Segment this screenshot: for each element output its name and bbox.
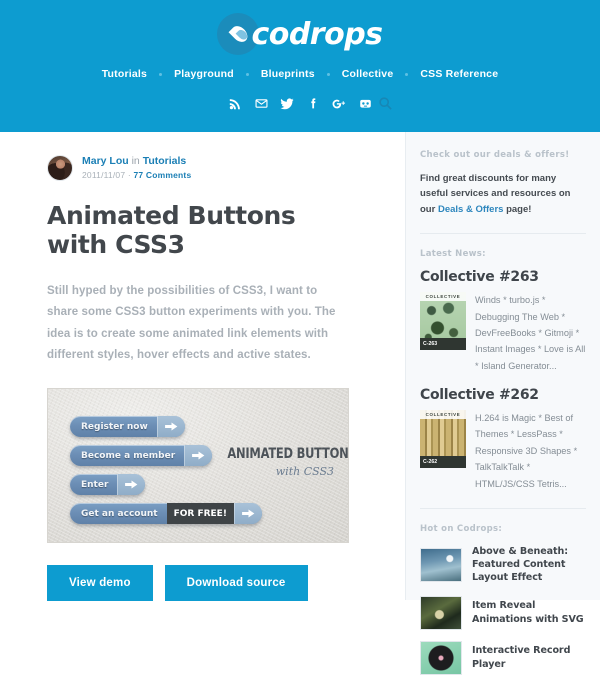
arrow-right-icon — [156, 416, 185, 438]
hot-item-thumbnail[interactable] — [420, 595, 462, 630]
featured-image-caption: ANIMATED BUTTONS with CSS3 — [204, 446, 349, 479]
sidebar-divider — [420, 233, 586, 235]
facebook-icon[interactable] — [306, 96, 321, 111]
deals-text-part2: page! — [503, 203, 532, 215]
collective-thumb-number: C-262 — [420, 456, 466, 468]
download-source-button[interactable]: Download source — [164, 565, 308, 602]
hot-item-title[interactable]: Item Reveal Animations with SVG — [472, 599, 586, 625]
deals-offers-link[interactable]: Deals & Offers — [438, 204, 503, 215]
hot-item-thumbnail[interactable] — [420, 640, 462, 675]
collective-thumb-number: C-263 — [420, 338, 466, 351]
hot-on-codrops-heading: Hot on Codrops: — [420, 523, 503, 534]
preview-button-badge: FOR FREE! — [166, 503, 234, 525]
preview-button-label: Enter — [81, 479, 109, 490]
sidebar-divider — [420, 507, 586, 509]
latest-news-heading: Latest News: — [420, 249, 486, 260]
preview-button-register: Register now — [70, 416, 185, 438]
main-navigation: Tutorials Playground Blueprints Collecti… — [0, 68, 600, 80]
nav-item-collective[interactable]: Collective — [330, 68, 406, 80]
social-links — [0, 96, 600, 111]
collective-title[interactable]: Collective #262 — [420, 387, 586, 403]
nav-item-tutorials[interactable]: Tutorials — [90, 68, 159, 80]
site-logo[interactable]: codrops — [0, 0, 600, 55]
list-item[interactable]: Above & Beneath: Featured Content Layout… — [420, 545, 586, 585]
collective-title[interactable]: Collective #263 — [420, 269, 586, 285]
twitter-icon[interactable] — [280, 96, 295, 111]
list-item[interactable]: Interactive Record Player — [420, 640, 586, 675]
featured-image[interactable]: Register now Become a member Enter Get a… — [47, 388, 349, 544]
collective-thumb-caption: COLLECTIVE — [420, 410, 466, 419]
arrow-right-icon — [233, 503, 262, 525]
list-item[interactable]: Item Reveal Animations with SVG — [420, 595, 586, 630]
sidebar: Check out our deals & offers! Find great… — [405, 132, 600, 675]
main-content: Mary Lou in Tutorials 2011/11/07 · 77 Co… — [0, 132, 405, 602]
email-icon[interactable] — [254, 96, 269, 111]
preview-button-enter: Enter — [70, 474, 146, 496]
page-body: Mary Lou in Tutorials 2011/11/07 · 77 Co… — [0, 132, 600, 675]
collective-excerpt: Winds * turbo.js * Debugging The Web * D… — [475, 295, 586, 371]
collective-thumb-caption: COLLECTIVE — [420, 292, 466, 302]
featured-image-subtitle: with CSS3 — [275, 465, 334, 479]
hot-item-thumbnail[interactable] — [420, 547, 462, 582]
preview-button-label: Register now — [81, 421, 148, 432]
hot-item-title[interactable]: Interactive Record Player — [472, 644, 586, 670]
search-icon[interactable] — [378, 96, 393, 111]
collective-thumbnail[interactable]: COLLECTIVE C-263 — [420, 292, 466, 351]
author-link[interactable]: Mary Lou — [82, 155, 129, 167]
avatar — [47, 154, 73, 181]
preview-button-label: Get an account — [81, 508, 158, 519]
github-icon[interactable] — [358, 96, 373, 111]
site-header: codrops Tutorials Playground Blueprints … — [0, 0, 600, 132]
collective-thumbnail[interactable]: COLLECTIVE C-262 — [420, 410, 466, 468]
meta-date-line: 2011/11/07 · 77 Comments — [82, 170, 191, 181]
rss-icon[interactable] — [228, 96, 243, 111]
view-demo-button[interactable]: View demo — [47, 565, 153, 602]
nav-item-blueprints[interactable]: Blueprints — [249, 68, 327, 80]
hot-on-codrops-section: Hot on Codrops: Above & Beneath: Feature… — [420, 524, 586, 675]
collective-entry-262: Collective #262 COLLECTIVE C-262 H.264 i… — [420, 387, 586, 492]
collective-entry-263: Collective #263 COLLECTIVE C-263 Winds *… — [420, 269, 586, 374]
category-link[interactable]: Tutorials — [143, 155, 187, 167]
nav-item-css-reference[interactable]: CSS Reference — [408, 68, 510, 80]
post-date: 2011/11/07 — [82, 170, 126, 181]
preview-button-become-member: Become a member — [70, 445, 213, 467]
featured-image-title: ANIMATED BUTTONS — [227, 446, 349, 463]
hot-item-title[interactable]: Above & Beneath: Featured Content Layout… — [472, 545, 586, 585]
comments-link[interactable]: 77 Comments — [133, 170, 191, 180]
preview-button-get-account: Get an account FOR FREE! — [70, 503, 262, 525]
deals-text: Find great discounts for many useful ser… — [420, 171, 586, 217]
preview-button-label: Become a member — [81, 450, 176, 461]
article-meta: Mary Lou in Tutorials 2011/11/07 · 77 Co… — [47, 154, 375, 182]
article-intro: Still hyped by the possibilities of CSS3… — [47, 285, 336, 361]
arrow-right-icon — [117, 474, 146, 496]
latest-news-section: Latest News: Collective #263 COLLECTIVE … — [420, 249, 586, 492]
article-actions: View demo Download source — [47, 565, 375, 602]
logo-text: codrops — [251, 16, 383, 52]
deals-heading: Check out our deals & offers! — [420, 150, 570, 160]
nav-item-playground[interactable]: Playground — [162, 68, 246, 80]
meta-in-word: in — [128, 155, 143, 167]
googleplus-icon[interactable] — [332, 96, 347, 111]
meta-author-line: Mary Lou in Tutorials — [82, 154, 191, 168]
collective-excerpt: H.264 is Magic * Best of Themes * LessPa… — [475, 413, 578, 489]
page-title: Animated Buttons with CSS3 — [47, 200, 296, 259]
